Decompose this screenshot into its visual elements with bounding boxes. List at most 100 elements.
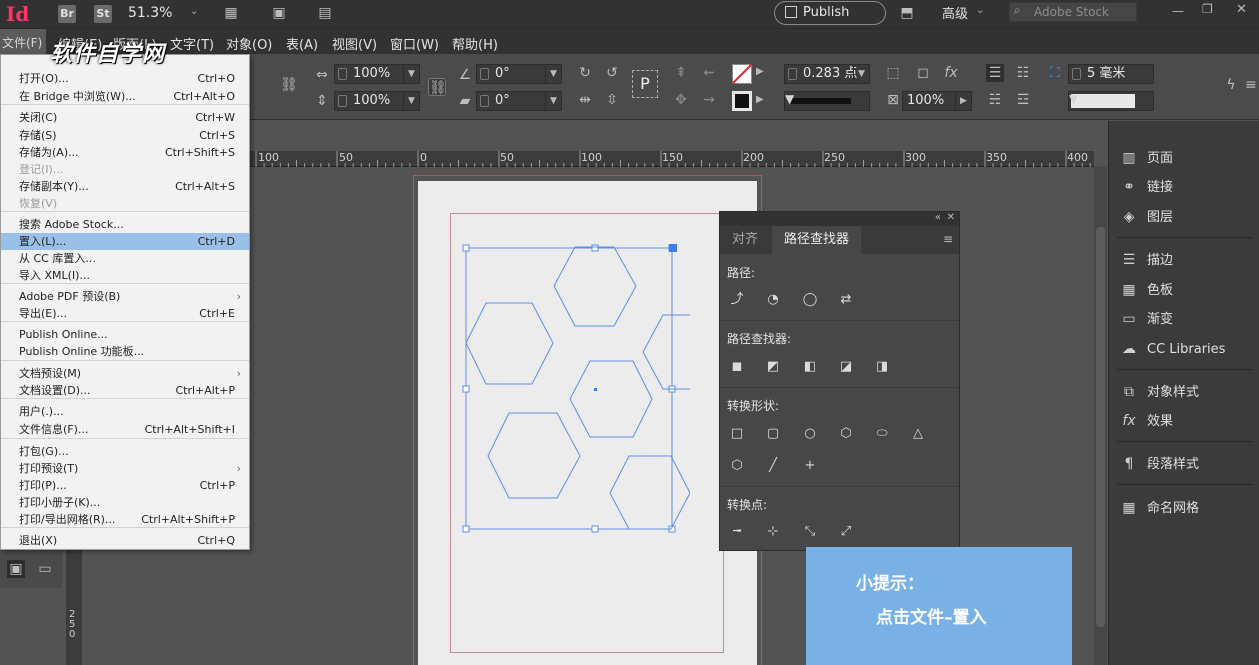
text-wrap-none-icon[interactable]: ☰ bbox=[986, 64, 1004, 82]
arrange-documents-icon[interactable]: ▤ bbox=[316, 4, 334, 22]
menu-object[interactable]: 对象(O) bbox=[226, 34, 272, 53]
menu-view[interactable]: 视图(V) bbox=[332, 34, 377, 53]
restore-icon[interactable]: ❐ bbox=[1202, 2, 1213, 16]
convert-beveled-rectangle-icon[interactable]: ○ bbox=[801, 425, 819, 443]
frame-fitting-icon[interactable]: ⬚ bbox=[884, 64, 902, 82]
dock-gradient[interactable]: ▭ 渐变 bbox=[1119, 305, 1173, 333]
file-menu-item[interactable]: 关闭(C) Ctrl+W bbox=[1, 109, 249, 126]
hexagon-shape[interactable] bbox=[569, 360, 653, 438]
hexagon-shape[interactable] bbox=[553, 246, 637, 327]
file-menu-item[interactable]: 打印小册子(K)... bbox=[1, 494, 249, 511]
file-menu-item[interactable]: 存储为(A)... Ctrl+Shift+S bbox=[1, 144, 249, 161]
rotate-cw-icon[interactable]: ↻ bbox=[576, 64, 594, 82]
drop-shadow-icon[interactable]: ◻ bbox=[914, 64, 932, 82]
scrollbar-thumb[interactable] bbox=[1096, 227, 1105, 627]
horizontal-ruler[interactable]: 100 50 0 50 100 150 200 250 300 350 400 bbox=[250, 151, 1094, 167]
flip-horizontal-icon[interactable]: ⇹ bbox=[576, 91, 594, 109]
menu-table[interactable]: 表(A) bbox=[286, 34, 318, 53]
stock-button[interactable]: St bbox=[94, 5, 112, 23]
file-menu-item[interactable]: 搜索 Adobe Stock... bbox=[1, 216, 249, 233]
dock-links[interactable]: ⚭ 链接 bbox=[1119, 173, 1173, 201]
close-path-icon[interactable]: ◯ bbox=[801, 291, 819, 309]
bridge-button[interactable]: Br bbox=[58, 5, 76, 23]
subtract-shape-icon[interactable]: ◩ bbox=[764, 358, 782, 376]
text-wrap-shape-icon[interactable]: ☵ bbox=[986, 91, 1004, 109]
convert-ellipse-icon[interactable]: ⬭ bbox=[873, 425, 891, 443]
publish-online-button[interactable]: Publish Online bbox=[774, 1, 886, 42]
fill-none-swatch[interactable] bbox=[732, 64, 752, 84]
panel-title-bar[interactable]: « ✕ bbox=[720, 212, 959, 226]
hexagon-shape[interactable] bbox=[642, 314, 690, 390]
menu-help[interactable]: 帮助(H) bbox=[452, 34, 498, 53]
effects-fx-icon[interactable]: fx bbox=[942, 64, 960, 82]
convert-line-icon[interactable]: ╱ bbox=[764, 457, 782, 475]
select-next-icon[interactable]: ⇝ bbox=[700, 91, 718, 109]
reference-point-icon[interactable]: P bbox=[632, 70, 658, 98]
control-panel-menu-icon[interactable]: ≡ bbox=[1242, 76, 1259, 94]
scale-y-field[interactable]: 100% ▼ bbox=[334, 91, 420, 111]
hexagon-shape[interactable] bbox=[609, 455, 690, 530]
convert-rectangle-icon[interactable]: □ bbox=[728, 425, 746, 443]
dock-stroke[interactable]: ☰ 描边 bbox=[1119, 246, 1173, 274]
rotate-field[interactable]: 0° ▼ bbox=[476, 64, 562, 84]
close-panel-icon[interactable]: ✕ bbox=[947, 212, 955, 223]
menu-file[interactable]: 文件(F) bbox=[0, 29, 46, 55]
selection-handle[interactable] bbox=[462, 525, 470, 533]
collapse-panel-icon[interactable]: « bbox=[935, 212, 941, 223]
stroke-dropdown-icon[interactable]: ▶ bbox=[756, 94, 764, 105]
shear-field[interactable]: 0° ▼ bbox=[476, 91, 562, 111]
convert-orthogonal-line-icon[interactable]: + bbox=[801, 457, 819, 475]
zoom-dropdown-icon[interactable]: ⌄ bbox=[190, 6, 198, 17]
stroke-type-select[interactable]: ▼ bbox=[784, 91, 870, 111]
menu-type[interactable]: 文字(T) bbox=[170, 34, 214, 53]
open-path-icon[interactable]: ◔ bbox=[764, 291, 782, 309]
file-menu-item[interactable]: 用户(.)... bbox=[1, 403, 249, 420]
shear-dropdown-icon[interactable]: ▼ bbox=[545, 92, 561, 110]
menu-window[interactable]: 窗口(W) bbox=[390, 34, 439, 53]
tab-pathfinder[interactable]: 路径查找器 bbox=[772, 226, 862, 254]
file-menu-item[interactable]: 在 Bridge 中浏览(W)... Ctrl+Alt+O bbox=[1, 88, 249, 105]
fill-dropdown-icon[interactable]: ▶ bbox=[756, 66, 764, 77]
dock-swatches[interactable]: ▦ 色板 bbox=[1119, 276, 1173, 304]
convert-rounded-rectangle-icon[interactable]: ▢ bbox=[764, 425, 782, 443]
dock-layers[interactable]: ◈ 图层 bbox=[1119, 203, 1173, 231]
workspace-dropdown-icon[interactable]: ⌄ bbox=[976, 5, 984, 16]
panel-menu-icon[interactable]: ≡ bbox=[943, 232, 953, 246]
scale-y-dropdown-icon[interactable]: ▼ bbox=[403, 92, 419, 110]
file-menu-item[interactable]: Adobe PDF 预设(B) › bbox=[1, 288, 249, 305]
normal-view-mode-icon[interactable]: ▣ bbox=[7, 560, 25, 578]
corner-size-spinner[interactable] bbox=[1072, 68, 1081, 80]
selection-bounding-box[interactable] bbox=[465, 247, 673, 530]
quick-apply-icon[interactable]: ϟ bbox=[1222, 76, 1240, 94]
join-path-icon[interactable]: ⤴ bbox=[728, 291, 746, 309]
select-container-icon[interactable]: ⇞ bbox=[672, 64, 690, 82]
minus-back-icon[interactable]: ◨ bbox=[873, 358, 891, 376]
exclude-overlap-icon[interactable]: ◪ bbox=[837, 358, 855, 376]
rotate-ccw-icon[interactable]: ↺ bbox=[603, 64, 621, 82]
corner-shape-select[interactable]: ▼ bbox=[1068, 91, 1154, 111]
opacity-field[interactable]: 100% ▶ bbox=[902, 91, 972, 111]
file-menu-item[interactable]: 导出(E)... Ctrl+E bbox=[1, 305, 249, 322]
file-menu-item[interactable]: 退出(X) Ctrl+Q bbox=[1, 532, 249, 549]
convert-triangle-icon[interactable]: △ bbox=[909, 425, 927, 443]
file-menu-item[interactable]: 打印(P)... Ctrl+P bbox=[1, 477, 249, 494]
select-content-icon[interactable]: ✥ bbox=[672, 91, 690, 109]
rotate-spinner[interactable] bbox=[480, 68, 489, 80]
convert-inverse-rounded-icon[interactable]: ⬡ bbox=[837, 425, 855, 443]
file-menu-item[interactable]: 从 CC 库置入... bbox=[1, 250, 249, 267]
file-menu-item[interactable]: 文档预设(M) › bbox=[1, 365, 249, 382]
file-menu-item[interactable]: 存储副本(Y)... Ctrl+Alt+S bbox=[1, 178, 249, 195]
corner-shape-dropdown-icon[interactable]: ▼ bbox=[1069, 92, 1078, 106]
workspace-switcher[interactable]: 高级 bbox=[942, 3, 968, 22]
content-grabber-handle[interactable] bbox=[669, 244, 677, 252]
dock-cc-libraries[interactable]: ☁ CC Libraries bbox=[1119, 335, 1225, 363]
convert-polygon-icon[interactable]: ⬡ bbox=[728, 457, 746, 475]
close-window-icon[interactable]: ✕ bbox=[1236, 2, 1247, 17]
zoom-level[interactable]: 51.3% bbox=[128, 5, 172, 21]
vertical-scrollbar[interactable] bbox=[1094, 167, 1107, 665]
file-menu-item[interactable]: Publish Online 功能板... bbox=[1, 343, 249, 360]
stroke-swatch[interactable] bbox=[732, 91, 752, 111]
shear-spinner[interactable] bbox=[480, 95, 489, 107]
file-menu-item[interactable]: 导入 XML(I)... bbox=[1, 267, 249, 284]
opacity-dropdown-icon[interactable]: ▶ bbox=[955, 92, 971, 110]
